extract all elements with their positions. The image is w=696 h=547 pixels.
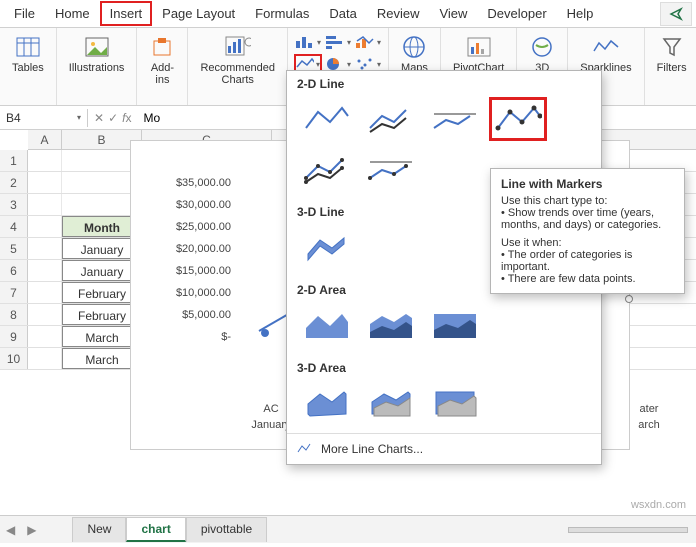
tab-help[interactable]: Help xyxy=(557,1,604,26)
sheet-tab-new[interactable]: New xyxy=(72,517,126,542)
reccharts-button[interactable]: Recommended Charts xyxy=(194,32,281,88)
share-icon[interactable] xyxy=(660,2,692,26)
sheet-footer: ◀ ▶ New chart pivottable xyxy=(0,515,696,543)
tab-view[interactable]: View xyxy=(429,1,477,26)
ribbon-tabs: File Home Insert Page Layout Formulas Da… xyxy=(0,0,696,28)
row-5[interactable]: 5 xyxy=(0,238,28,259)
tables-label: Tables xyxy=(12,62,44,74)
cancel-icon[interactable]: ✕ xyxy=(94,111,104,125)
chart-tooltip: Line with Markers Use this chart type to… xyxy=(490,168,685,294)
bar-chart-icon[interactable]: ▾ xyxy=(324,32,352,52)
group-tables: Tables xyxy=(0,28,57,105)
addins-button[interactable]: Add- ins xyxy=(143,32,181,88)
picture-icon xyxy=(84,34,110,60)
area3d-type-1[interactable] xyxy=(297,381,355,425)
column-chart-icon[interactable]: ▾ xyxy=(294,32,322,52)
area-type-1[interactable] xyxy=(297,303,355,347)
more-charts-icon xyxy=(297,442,313,456)
area3d-type-3[interactable] xyxy=(425,381,483,425)
nav-prev-icon[interactable]: ◀ xyxy=(0,523,21,537)
watermark: wsxdn.com xyxy=(631,499,686,511)
section-2d-line: 2-D Line xyxy=(297,77,591,91)
globe-icon xyxy=(401,34,427,60)
line-with-markers[interactable] xyxy=(489,97,547,141)
combo-chart-icon[interactable]: ▾ xyxy=(354,32,382,52)
illustrations-label: Illustrations xyxy=(69,62,125,74)
illustrations-button[interactable]: Illustrations xyxy=(63,32,131,76)
tab-developer[interactable]: Developer xyxy=(477,1,556,26)
reccharts-label: Recommended Charts xyxy=(200,62,275,86)
group-illustrations: Illustrations xyxy=(57,28,138,105)
line-type-stacked[interactable] xyxy=(361,97,419,141)
row-3[interactable]: 3 xyxy=(0,194,28,215)
table-icon xyxy=(15,34,41,60)
area-type-stacked[interactable] xyxy=(361,303,419,347)
sheet-tab-pivot[interactable]: pivottable xyxy=(186,517,267,542)
chart-y-axis: $35,000.00 $30,000.00 $25,000.00 $20,000… xyxy=(151,177,231,353)
row-10[interactable]: 10 xyxy=(0,348,28,369)
tables-button[interactable]: Tables xyxy=(6,32,50,76)
chevron-down-icon: ▾ xyxy=(77,113,81,122)
sheet-tab-chart[interactable]: chart xyxy=(126,517,185,542)
more-line-label: More Line Charts... xyxy=(321,442,423,456)
group-addins: Add- ins xyxy=(137,28,188,105)
area3d-type-2[interactable] xyxy=(361,381,419,425)
line-type-1[interactable] xyxy=(297,97,355,141)
addins-label: Add- ins xyxy=(151,62,174,86)
3dmap-icon xyxy=(529,34,555,60)
tooltip-p2: Use it when: xyxy=(501,237,674,249)
col-a[interactable]: A xyxy=(28,130,62,149)
section-3d-area: 3-D Area xyxy=(297,361,591,375)
tooltip-b1: • Show trends over time (years, months, … xyxy=(501,207,674,231)
filters-button[interactable]: Filters xyxy=(651,32,693,76)
sheet-tabs: New chart pivottable xyxy=(72,517,267,542)
tab-home[interactable]: Home xyxy=(45,1,100,26)
nav-next-icon[interactable]: ▶ xyxy=(21,523,42,537)
namebox-value: B4 xyxy=(6,111,21,125)
area-type-100[interactable] xyxy=(425,303,483,347)
zoom-slider[interactable] xyxy=(568,527,688,533)
group-reccharts: Recommended Charts xyxy=(188,28,288,105)
pivotchart-icon xyxy=(466,34,492,60)
fb-controls: ✕ ✓ fx xyxy=(88,111,137,125)
row-8[interactable]: 8 xyxy=(0,304,28,325)
more-line-charts[interactable]: More Line Charts... xyxy=(287,433,601,464)
row-4[interactable]: 4 xyxy=(0,216,28,237)
name-box[interactable]: B4 ▾ xyxy=(0,109,88,127)
row-6[interactable]: 6 xyxy=(0,260,28,281)
row-7[interactable]: 7 xyxy=(0,282,28,303)
tooltip-b2: • The order of categories is important. xyxy=(501,249,674,273)
sparkline-icon xyxy=(593,34,619,60)
tooltip-title: Line with Markers xyxy=(501,177,674,191)
reccharts-icon xyxy=(225,34,251,60)
row-2[interactable]: 2 xyxy=(0,172,28,193)
enter-icon[interactable]: ✓ xyxy=(108,111,118,125)
line3d-type[interactable] xyxy=(297,225,355,269)
tooltip-p1: Use this chart type to: xyxy=(501,195,674,207)
tab-insert[interactable]: Insert xyxy=(100,1,153,26)
tooltip-b3: • There are few data points. xyxy=(501,273,674,285)
filter-icon xyxy=(659,34,685,60)
tab-data[interactable]: Data xyxy=(319,1,366,26)
line-100stacked-markers[interactable] xyxy=(361,147,419,191)
addins-icon xyxy=(149,34,175,60)
fx-icon[interactable]: fx xyxy=(122,111,131,125)
row-1[interactable]: 1 xyxy=(0,150,28,171)
line-stacked-markers[interactable] xyxy=(297,147,355,191)
line-type-100stacked[interactable] xyxy=(425,97,483,141)
tab-formulas[interactable]: Formulas xyxy=(245,1,319,26)
tab-pagelayout[interactable]: Page Layout xyxy=(152,1,245,26)
filters-label: Filters xyxy=(657,62,687,74)
group-filters: Filters xyxy=(645,28,696,105)
tab-file[interactable]: File xyxy=(4,1,45,26)
tab-review[interactable]: Review xyxy=(367,1,430,26)
row-9[interactable]: 9 xyxy=(0,326,28,347)
